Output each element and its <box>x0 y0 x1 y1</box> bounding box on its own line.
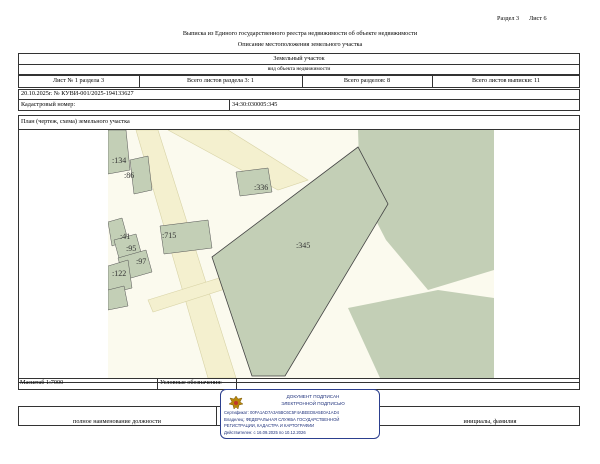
label-41: :41 <box>120 232 130 241</box>
e-signature-stamp: ДОКУМЕНТ ПОДПИСАН ЭЛЕКТРОННОЙ ПОДПИСЬЮ С… <box>220 389 380 439</box>
record-divider <box>18 99 580 100</box>
legend-label: Условные обозначения: <box>160 379 222 386</box>
name-caption: инициалы, фамилия <box>463 418 517 425</box>
label-715: :715 <box>162 231 176 240</box>
cadastral-label: Кадастровый номер: <box>21 101 76 108</box>
object-type: Земельный участок <box>273 55 325 62</box>
map-scale: Масштаб 1:7000 <box>20 379 64 386</box>
document-subtitle: Описание местоположения земельного участ… <box>237 41 363 48</box>
total-sheets-section: Всего листов раздела 3: 1 <box>187 77 254 84</box>
record-date-number: 20.10.2025г. № КУВИ-001/2025-194133627 <box>21 90 134 97</box>
document-title: Выписка из Единого государственного реес… <box>182 30 418 37</box>
stamp-line1: ДОКУМЕНТ ПОДПИСАН <box>286 394 340 399</box>
cadastral-divider <box>229 99 230 111</box>
stamp-line2: ЭЛЕКТРОННОЙ ПОДПИСЬЮ <box>281 401 345 406</box>
total-sheets-extract: Всего листов выписки: 11 <box>471 77 541 84</box>
section-label: Раздел 3 <box>497 15 520 22</box>
parcel-134 <box>108 130 131 175</box>
label-97: :97 <box>136 257 146 266</box>
object-type-caption: вид объекта недвижимости <box>267 66 331 72</box>
stamp-owner-line2: РЕГИСТРАЦИИ, КАДАСТРА И КАРТОГРАФИИ <box>224 423 315 428</box>
label-122: :122 <box>112 269 126 278</box>
plan-label: План (чертеж, схема) земельного участка <box>21 118 130 125</box>
label-86: :86 <box>124 171 134 180</box>
sheet-of-section: Лист № 1 раздела 3 <box>52 77 105 84</box>
stamp-owner-line1: Владелец: ФЕДЕРАЛЬНАЯ СЛУЖБА ГОСУДАРСТВЕ… <box>224 417 340 422</box>
stamp-certificate: Сертификат: 00FA1AD7A3A5BC6C5F4ABEED8A5E… <box>224 410 339 415</box>
scale-divider <box>157 378 158 390</box>
cadastral-value: 34:30:030005:345 <box>232 101 278 108</box>
object-type-divider <box>18 64 580 65</box>
sheet-label: Лист 6 <box>529 15 547 22</box>
stamp-valid: Действителен: с 16.09.2025 по 10.12.2026 <box>224 430 306 435</box>
label-95: :95 <box>126 244 136 253</box>
total-sections: Всего разделов: 8 <box>343 77 391 84</box>
label-345: :345 <box>296 241 310 250</box>
position-caption: полное наименование должности <box>73 418 161 425</box>
parcel-map: :134 :86 :336 :715 :41 :95 :97 :122 :345 <box>108 130 494 378</box>
label-336: :336 <box>254 183 268 192</box>
label-134: :134 <box>112 156 126 165</box>
signature-divider-1 <box>216 406 217 426</box>
